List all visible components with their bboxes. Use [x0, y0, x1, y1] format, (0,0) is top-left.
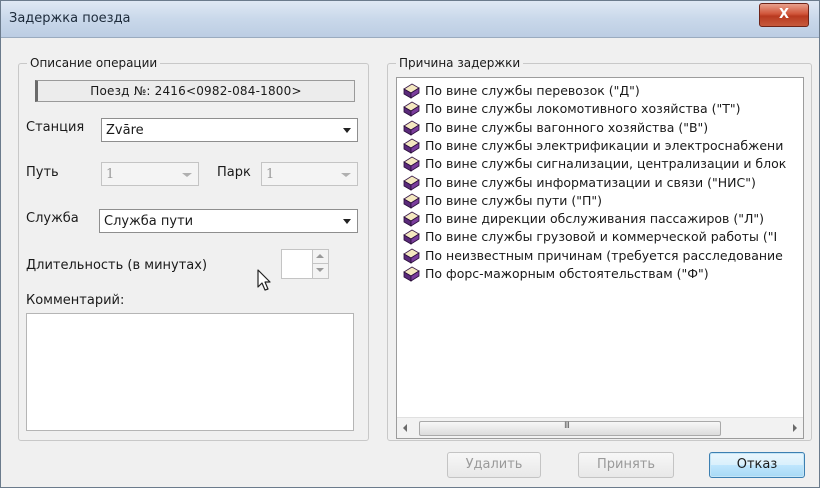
- list-item-label: По вине службы грузовой и коммерческой р…: [425, 229, 778, 245]
- title-bar[interactable]: Задержка поезда X: [1, 1, 819, 38]
- track-select[interactable]: 1: [101, 162, 199, 186]
- service-select-value: Служба пути: [104, 214, 194, 229]
- comment-textarea[interactable]: [26, 313, 354, 431]
- scroll-left-icon[interactable]: [403, 424, 407, 432]
- spinner-buttons[interactable]: [312, 250, 328, 278]
- park-select-value: 1: [266, 167, 275, 182]
- mouse-pointer-icon: [257, 269, 271, 291]
- chevron-down-icon: [343, 128, 351, 133]
- list-item-label: По вине службы электрификации и электрос…: [425, 137, 784, 153]
- cancel-button[interactable]: Отказ: [709, 452, 805, 478]
- book-icon: [403, 156, 420, 172]
- list-item-label: По вине службы пути ("П"): [425, 192, 603, 208]
- park-label: Парк: [217, 165, 251, 180]
- delay-reason-legend: Причина задержки: [396, 56, 524, 70]
- list-item-label: По форс-мажорным обстоятельствам ("Ф"): [425, 266, 709, 281]
- scrollbar-thumb[interactable]: III: [419, 421, 721, 436]
- list-item-label: По вине службы информатизации и связи ("…: [425, 174, 756, 190]
- track-select-value: 1: [106, 167, 115, 182]
- spin-down-icon[interactable]: [316, 268, 324, 272]
- service-label: Служба: [26, 211, 79, 226]
- dialog-window: Задержка поезда X Описание операции Поез…: [0, 0, 820, 488]
- duration-label: Длительность (в минутах): [26, 258, 208, 273]
- accept-button[interactable]: Принять: [578, 452, 674, 478]
- book-icon: [403, 266, 420, 282]
- dialog-body: Описание операции Поезд №: 2416<0982-084…: [10, 41, 812, 481]
- track-label: Путь: [26, 165, 59, 180]
- scrollbar-grip: III: [564, 421, 570, 431]
- horizontal-scrollbar[interactable]: III: [397, 417, 803, 438]
- spin-up-icon[interactable]: [316, 254, 324, 258]
- list-item-label: По неизвестным причинам (требуется рассл…: [425, 247, 783, 263]
- list-item-label: По вине службы локомотивного хозяйства (…: [425, 101, 741, 117]
- chevron-down-icon: [341, 173, 351, 177]
- operation-description-legend: Описание операции: [27, 56, 161, 70]
- scroll-right-icon[interactable]: [793, 424, 797, 432]
- delay-reason-list[interactable]: По вине службы перевозок ("Д") По вине сл…: [396, 77, 804, 439]
- spin-divider: [313, 263, 328, 264]
- delete-button[interactable]: Удалить: [447, 452, 541, 478]
- chevron-down-icon: [182, 173, 192, 177]
- list-item-label: По вине службы вагонного хозяйства ("В"): [425, 119, 709, 135]
- book-icon: [403, 120, 420, 136]
- book-icon: [403, 193, 420, 209]
- list-item-label: По вине дирекции обслуживания пассажиров…: [425, 211, 765, 227]
- book-icon: [403, 248, 420, 264]
- close-button[interactable]: X: [759, 3, 809, 27]
- book-icon: [403, 175, 420, 191]
- book-icon: [403, 229, 420, 246]
- service-select[interactable]: Служба пути: [99, 209, 358, 233]
- book-icon: [403, 101, 420, 118]
- list-item-label: По вине службы перевозок ("Д"): [425, 83, 640, 98]
- comment-label: Комментарий:: [26, 293, 125, 308]
- list-item-label: По вине службы сигнализации, централизац…: [425, 156, 787, 172]
- station-label: Станция: [26, 120, 85, 135]
- station-select-value: Zvāre: [106, 123, 144, 138]
- park-select[interactable]: 1: [261, 162, 358, 186]
- chevron-down-icon: [343, 219, 351, 224]
- book-icon: [403, 83, 420, 99]
- station-select[interactable]: Zvāre: [101, 118, 358, 142]
- duration-spinner[interactable]: [281, 249, 329, 279]
- book-icon: [403, 211, 420, 227]
- book-icon: [403, 138, 420, 154]
- train-info: Поезд №: 2416<0982-084-1800>: [35, 80, 355, 102]
- window-title: Задержка поезда: [9, 11, 131, 26]
